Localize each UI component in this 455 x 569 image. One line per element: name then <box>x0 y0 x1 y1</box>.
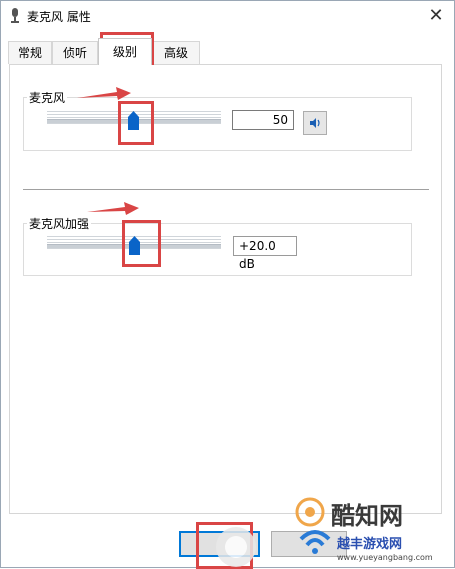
watermark-site-url: www.yueyangbang.com <box>337 553 433 562</box>
watermark-logo-icon <box>216 527 256 567</box>
properties-window: 麦克风 属性 ✕ 常规 侦听 级别 高级 麦克风 50 麦克风加强 +20.0 … <box>0 0 455 569</box>
wifi-logo-icon <box>299 530 331 554</box>
section-divider <box>23 189 429 190</box>
speaker-icon <box>310 118 320 128</box>
boost-level-readout: +20.0 dB <box>233 236 297 271</box>
close-button[interactable]: ✕ <box>424 4 448 28</box>
microphone-icon <box>11 8 19 23</box>
microphone-thumb-callout <box>118 101 154 145</box>
boost-thumb-callout <box>122 220 161 267</box>
mute-button[interactable] <box>303 111 327 135</box>
tab-levels[interactable]: 级别 <box>98 38 152 65</box>
tab-advanced[interactable]: 高级 <box>152 41 200 64</box>
watermark-site-name: 越丰游戏网 <box>337 537 403 552</box>
red-arrow-icon <box>77 87 131 100</box>
microphone-label: 麦克风 <box>27 89 68 106</box>
tab-listen[interactable]: 侦听 <box>52 41 98 64</box>
watermark-brand: 酷知网 <box>331 502 403 530</box>
window-title: 麦克风 属性 <box>27 10 91 24</box>
close-icon: ✕ <box>428 5 444 26</box>
boost-label: 麦克风加强 <box>27 215 92 232</box>
red-arrow-icon <box>87 202 139 215</box>
title-bar[interactable]: 麦克风 属性 ✕ <box>1 1 454 31</box>
tab-general[interactable]: 常规 <box>8 41 52 64</box>
microphone-level-input[interactable]: 50 <box>232 110 294 130</box>
